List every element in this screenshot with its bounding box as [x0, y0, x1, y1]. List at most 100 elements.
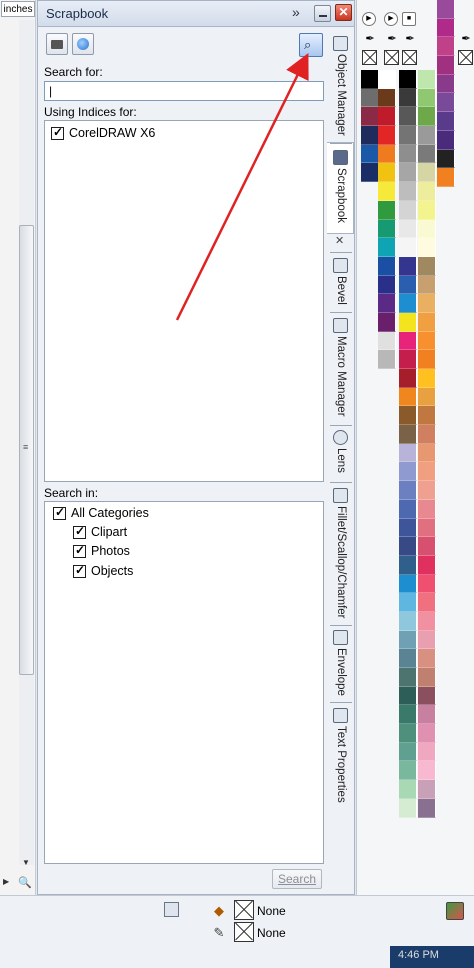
tab-bevel[interactable]: Bevel [332, 276, 350, 305]
search-input[interactable]: | [44, 81, 324, 101]
color-swatch[interactable] [399, 200, 417, 220]
color-swatch[interactable] [378, 350, 396, 369]
eyedropper-icon[interactable]: ✒ [459, 32, 473, 46]
color-swatch[interactable] [418, 88, 436, 108]
eyedropper-icon[interactable]: ✒ [403, 32, 417, 46]
color-management-icon[interactable] [446, 902, 464, 920]
scroll-left-icon[interactable]: ▶ [3, 877, 9, 886]
category-item-objects[interactable]: Objects [73, 563, 133, 579]
scrollbar-thumb[interactable]: ≡ [19, 225, 34, 675]
color-swatch[interactable] [418, 369, 436, 388]
color-swatch[interactable] [399, 798, 417, 818]
color-swatch[interactable] [418, 574, 436, 594]
color-swatch[interactable] [418, 312, 436, 332]
scroll-down-icon[interactable]: ▼ [22, 858, 30, 867]
color-swatch[interactable] [378, 256, 396, 276]
color-swatch[interactable] [399, 425, 417, 444]
color-swatch[interactable] [437, 74, 455, 94]
color-swatch[interactable] [399, 294, 417, 313]
color-swatch[interactable] [399, 406, 417, 426]
color-swatch[interactable] [399, 742, 417, 762]
color-swatch[interactable] [437, 112, 455, 131]
color-swatch[interactable] [418, 481, 436, 500]
color-swatch[interactable] [418, 555, 436, 575]
color-swatch[interactable] [437, 18, 455, 38]
color-swatch[interactable] [418, 593, 436, 612]
color-swatch[interactable] [399, 780, 417, 799]
color-swatch[interactable] [399, 611, 417, 631]
tab-text-properties[interactable]: Text Properties [332, 726, 350, 803]
color-swatch[interactable] [378, 219, 396, 239]
fill-none-swatch[interactable] [234, 900, 254, 920]
color-swatch[interactable] [418, 499, 436, 519]
ruler-units[interactable]: inches [1, 1, 35, 17]
color-swatch[interactable] [418, 425, 436, 444]
palette-flyout-icon[interactable]: ■ [402, 12, 416, 26]
color-swatch[interactable] [418, 238, 436, 257]
expand-icon[interactable]: » [292, 4, 300, 20]
color-swatch[interactable] [399, 126, 417, 145]
color-swatch[interactable] [399, 275, 417, 295]
color-swatch[interactable] [418, 70, 436, 89]
color-swatch[interactable] [378, 126, 396, 145]
color-swatch[interactable] [399, 499, 417, 519]
color-swatch[interactable] [378, 88, 396, 108]
no-color-swatch[interactable] [362, 50, 377, 65]
fill-bucket-icon[interactable]: ◆ [210, 902, 228, 920]
checkbox-checked-icon[interactable] [73, 543, 86, 558]
color-swatch[interactable] [418, 144, 436, 164]
category-item-photos[interactable]: Photos [73, 543, 130, 559]
color-swatch[interactable] [378, 331, 396, 351]
color-swatch[interactable] [378, 312, 396, 332]
color-swatch[interactable] [399, 163, 417, 183]
color-swatch[interactable] [437, 0, 455, 19]
color-swatch[interactable] [361, 70, 379, 89]
color-swatch[interactable] [378, 70, 396, 89]
color-swatch[interactable] [418, 182, 436, 201]
color-swatch[interactable] [418, 780, 436, 799]
search-button[interactable]: Search [272, 869, 322, 889]
color-swatch[interactable] [418, 219, 436, 239]
find-button[interactable]: ⌕ [299, 33, 323, 57]
pen-nib-icon[interactable]: ✎ [212, 924, 226, 942]
color-swatch[interactable] [418, 294, 436, 313]
tab-macro-manager[interactable]: Macro Manager [332, 336, 350, 417]
color-swatch[interactable] [437, 93, 455, 113]
color-swatch[interactable] [399, 387, 417, 407]
color-swatch[interactable] [399, 555, 417, 575]
color-swatch[interactable] [418, 798, 436, 818]
color-swatch[interactable] [418, 649, 436, 668]
no-color-swatch[interactable] [402, 50, 417, 65]
checkbox-checked-icon[interactable] [73, 524, 86, 539]
color-swatch[interactable] [378, 107, 396, 127]
color-swatch[interactable] [418, 518, 436, 538]
color-swatch[interactable] [399, 761, 417, 781]
color-swatch[interactable] [418, 686, 436, 706]
color-swatch[interactable] [399, 70, 417, 89]
color-swatch[interactable] [399, 350, 417, 369]
eyedropper-icon[interactable]: ✒ [363, 32, 377, 46]
no-color-swatch[interactable] [384, 50, 399, 65]
color-swatch[interactable] [399, 668, 417, 687]
color-swatch[interactable] [399, 537, 417, 556]
color-swatch[interactable] [361, 126, 379, 145]
color-swatch[interactable] [399, 705, 417, 725]
color-swatch[interactable] [437, 37, 455, 57]
color-swatch[interactable] [418, 611, 436, 631]
color-swatch[interactable] [399, 593, 417, 612]
checkbox-checked-icon[interactable] [73, 563, 86, 578]
color-swatch[interactable] [399, 518, 417, 538]
color-swatch[interactable] [399, 88, 417, 108]
color-swatch[interactable] [399, 144, 417, 164]
color-swatch[interactable] [378, 200, 396, 220]
color-swatch[interactable] [418, 742, 436, 762]
eyedropper-icon[interactable]: ✒ [385, 32, 399, 46]
color-swatch[interactable] [437, 168, 455, 187]
color-swatch[interactable] [378, 182, 396, 201]
palette-flyout-icon[interactable]: ▶ [362, 12, 376, 26]
no-color-swatch[interactable] [458, 50, 473, 65]
color-swatch[interactable] [399, 238, 417, 257]
color-swatch[interactable] [361, 163, 379, 183]
color-swatch[interactable] [378, 275, 396, 295]
palette-flyout-icon[interactable]: ▶ [384, 12, 398, 26]
